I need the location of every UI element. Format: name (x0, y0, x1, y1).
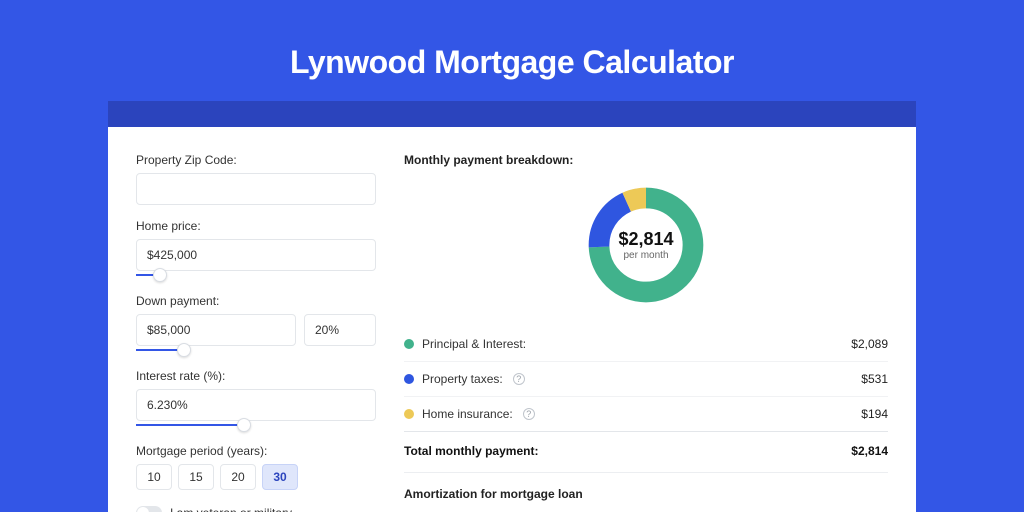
interest-group: Interest rate (%): (136, 369, 376, 430)
donut-amount: $2,814 (618, 229, 673, 250)
total-row: Total monthly payment: $2,814 (404, 432, 888, 472)
down-payment-group: Down payment: (136, 294, 376, 355)
donut-chart: $2,814 per month (404, 177, 888, 327)
home-price-slider[interactable] (136, 270, 376, 280)
total-value: $2,814 (851, 444, 888, 458)
donut-sublabel: per month (618, 250, 673, 261)
down-payment-label: Down payment: (136, 294, 376, 308)
legend-value: $531 (861, 372, 888, 386)
legend-name: Property taxes: (422, 372, 503, 386)
veteran-toggle[interactable] (136, 506, 162, 512)
down-payment-pct-input[interactable] (304, 314, 376, 346)
period-btn-20[interactable]: 20 (220, 464, 256, 490)
slider-thumb[interactable] (237, 418, 251, 432)
zip-label: Property Zip Code: (136, 153, 376, 167)
donut-center: $2,814 per month (618, 229, 673, 261)
help-icon[interactable]: ? (523, 408, 535, 420)
page-title: Lynwood Mortgage Calculator (0, 0, 1024, 101)
period-btn-15[interactable]: 15 (178, 464, 214, 490)
form-panel: Property Zip Code: Home price: Down paym… (136, 153, 376, 512)
home-price-input[interactable] (136, 239, 376, 271)
legend: Principal & Interest: $2,089 Property taxe… (404, 327, 888, 432)
amortization-title: Amortization for mortgage loan (404, 487, 888, 501)
period-row: 10152030 (136, 464, 376, 490)
legend-row: Property taxes:? $531 (404, 362, 888, 397)
legend-value: $194 (861, 407, 888, 421)
veteran-row: I am veteran or military (136, 506, 376, 512)
legend-row: Home insurance:? $194 (404, 397, 888, 432)
period-btn-10[interactable]: 10 (136, 464, 172, 490)
legend-name: Principal & Interest: (422, 337, 526, 351)
period-btn-30[interactable]: 30 (262, 464, 298, 490)
interest-label: Interest rate (%): (136, 369, 376, 383)
toggle-knob (137, 507, 149, 512)
amortization-section: Amortization for mortgage loan Amortizat… (404, 472, 888, 512)
period-group: Mortgage period (years): 10152030 (136, 444, 376, 490)
home-price-label: Home price: (136, 219, 376, 233)
slider-thumb[interactable] (153, 268, 167, 282)
legend-dot-icon (404, 339, 414, 349)
legend-value: $2,089 (851, 337, 888, 351)
total-label: Total monthly payment: (404, 444, 538, 458)
accent-bar (108, 101, 916, 127)
slider-thumb[interactable] (177, 343, 191, 357)
legend-row: Principal & Interest: $2,089 (404, 327, 888, 362)
breakdown-panel: Monthly payment breakdown: $2,814 per mo… (404, 153, 888, 512)
legend-dot-icon (404, 374, 414, 384)
legend-dot-icon (404, 409, 414, 419)
down-payment-input[interactable] (136, 314, 296, 346)
interest-input[interactable] (136, 389, 376, 421)
calculator-card: Property Zip Code: Home price: Down paym… (108, 127, 916, 512)
period-label: Mortgage period (years): (136, 444, 376, 458)
home-price-group: Home price: (136, 219, 376, 280)
interest-slider[interactable] (136, 420, 376, 430)
legend-name: Home insurance: (422, 407, 513, 421)
zip-group: Property Zip Code: (136, 153, 376, 205)
breakdown-title: Monthly payment breakdown: (404, 153, 888, 167)
down-payment-slider[interactable] (136, 345, 296, 355)
help-icon[interactable]: ? (513, 373, 525, 385)
veteran-label: I am veteran or military (170, 506, 292, 512)
zip-input[interactable] (136, 173, 376, 205)
